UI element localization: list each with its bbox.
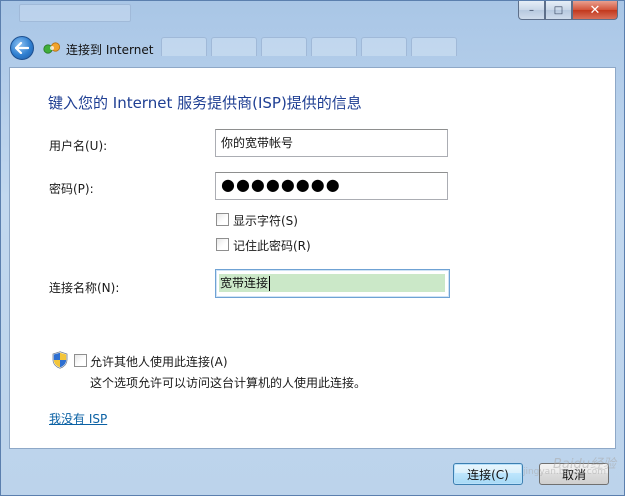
connect-button[interactable]: 连接(C) [453, 463, 523, 485]
maximize-button[interactable]: □ [545, 1, 572, 20]
network-connection-icon [43, 42, 61, 54]
username-input[interactable]: 你的宽带帐号 [215, 129, 448, 157]
connection-name-label: 连接名称(N): [49, 281, 120, 295]
remember-password-checkbox[interactable] [216, 238, 229, 251]
text-caret [269, 276, 271, 291]
close-button[interactable]: ✕ [572, 1, 618, 20]
allow-others-checkbox[interactable] [74, 354, 87, 367]
back-button[interactable] [10, 36, 34, 60]
back-arrow-icon [15, 42, 29, 54]
uac-shield-icon [52, 351, 68, 369]
show-chars-label[interactable]: 显示字符(S) [233, 212, 298, 229]
page-heading: 键入您的 Internet 服务提供商(ISP)提供的信息 [48, 94, 362, 112]
password-dots: ●●●●●●●● [221, 175, 341, 194]
remember-password-label[interactable]: 记住此密码(R) [233, 237, 311, 254]
window-title: 连接到 Internet [66, 43, 154, 57]
password-label: 密码(P): [49, 182, 94, 196]
minimize-button[interactable]: – [518, 1, 545, 20]
password-input[interactable]: ●●●●●●●● [215, 172, 448, 200]
nav-bar: 连接到 Internet [1, 33, 624, 63]
username-label: 用户名(U): [49, 139, 108, 153]
content-panel: 键入您的 Internet 服务提供商(ISP)提供的信息 用户名(U): 你的… [9, 67, 616, 449]
no-isp-link[interactable]: 我没有 ISP [49, 410, 107, 427]
connection-name-value: 宽带连接 [220, 276, 271, 291]
show-chars-checkbox[interactable] [216, 213, 229, 226]
dialog-window: – □ ✕ 连接到 Internet 键入您的 Internet 服务提供商(I… [0, 0, 625, 496]
caption-buttons: – □ ✕ [518, 1, 618, 20]
background-window-ghost [19, 4, 131, 22]
title-bar[interactable]: – □ ✕ [1, 1, 624, 31]
connection-name-input[interactable]: 宽带连接 [215, 269, 450, 298]
watermark-url: jingyan.baidu.com [522, 467, 606, 477]
allow-others-note: 这个选项允许可以访问这台计算机的人使用此连接。 [90, 376, 367, 390]
allow-others-label[interactable]: 允许其他人使用此连接(A) [90, 353, 228, 370]
